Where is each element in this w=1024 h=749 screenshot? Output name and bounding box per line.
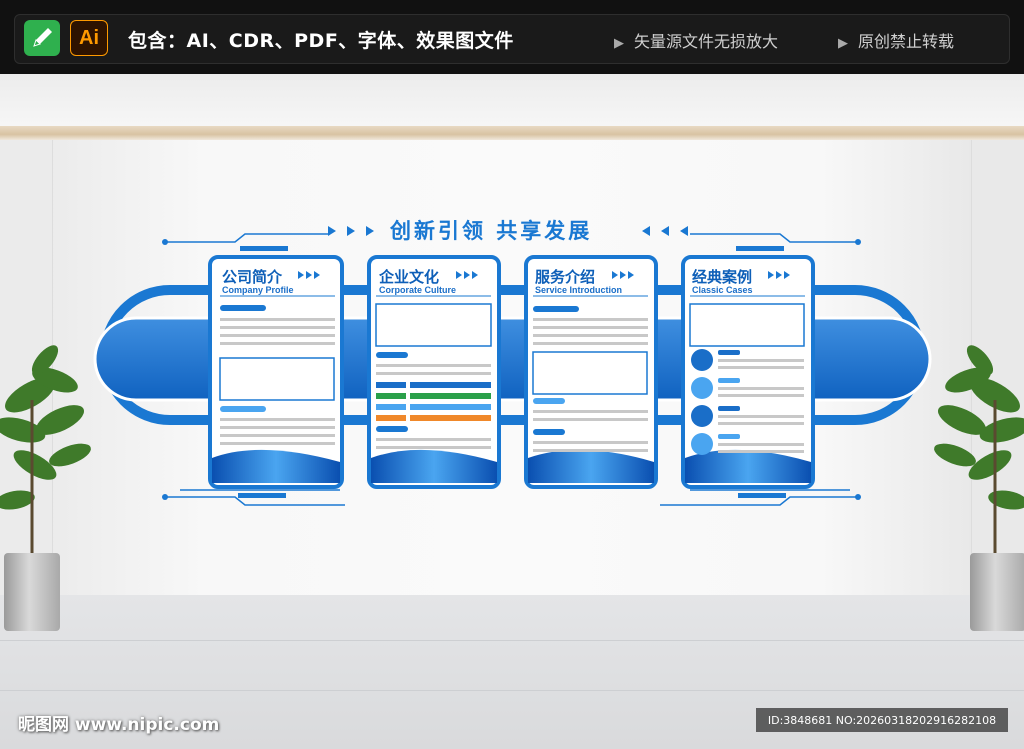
plant-pot-right — [970, 553, 1024, 631]
image-id-label: ID:3848681 NO:20260318202916282108 — [756, 708, 1008, 732]
card-title-service: 服务介绍 — [535, 268, 596, 286]
card-title-cases: 经典案例 — [692, 268, 753, 286]
card-subtitle-service: Service Introduction — [535, 285, 623, 295]
site-watermark: 昵图网 www.nipic.com — [18, 715, 220, 735]
plant-left-leaves — [0, 345, 91, 510]
culture-wall-graphic — [0, 226, 1024, 560]
card-subtitle-culture: Corporate Culture — [379, 285, 457, 295]
card-subtitle-company: Company Profile — [222, 285, 294, 295]
slogan-text: 创新引领 共享发展 — [390, 219, 593, 243]
plant-right-leaves — [934, 345, 1024, 510]
card-title-culture: 企业文化 — [379, 268, 440, 286]
card-subtitle-cases: Classic Cases — [692, 285, 753, 295]
plant-pot-left — [4, 553, 60, 631]
card-title-company: 公司简介 — [222, 268, 283, 286]
